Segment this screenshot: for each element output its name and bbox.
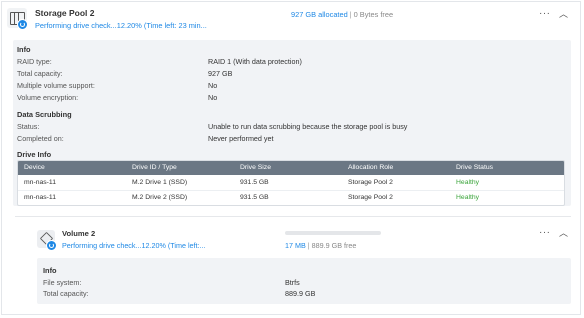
storage-pool-details: Info RAID type: RAID 1 (With data protec…	[13, 40, 571, 206]
device-cell: mn-nas-11	[24, 194, 56, 201]
column-header[interactable]: Allocation Role	[348, 164, 393, 171]
drive-table-header: Device Drive ID / Type Drive Size Alloca…	[18, 161, 564, 175]
free-amount: 0 Bytes free	[353, 10, 394, 19]
drive-size-cell: 931.5 GB	[240, 194, 269, 201]
sync-status-icon	[46, 240, 57, 251]
info-value: No	[208, 93, 218, 102]
volume-progress: Performing drive check...12.20% (Time le…	[62, 241, 206, 250]
volume-icon	[37, 230, 57, 251]
storage-pool-allocation: 927 GB allocated | 0 Bytes free	[291, 10, 393, 19]
table-row[interactable]: mn-nas-11 M.2 Drive 2 (SSD) 931.5 GB Sto…	[18, 190, 564, 205]
volume-info-title: Info	[43, 266, 57, 275]
drive-id-cell: M.2 Drive 2 (SSD)	[132, 194, 188, 201]
info-label: Multiple volume support:	[17, 81, 95, 90]
table-row[interactable]: mn-nas-11 M.2 Drive 1 (SSD) 931.5 GB Sto…	[18, 176, 564, 190]
volume-usage-bar	[285, 231, 381, 235]
column-header[interactable]: Drive ID / Type	[132, 164, 177, 171]
scrubbing-value: Unable to run data scrubbing because the…	[208, 122, 408, 131]
device-cell: mn-nas-11	[24, 179, 56, 186]
allocated-amount: 927 GB allocated	[291, 10, 348, 19]
volume-free: 889.9 GB free	[311, 241, 357, 250]
chevron-up-icon[interactable]: ︿	[559, 9, 568, 19]
volume-info-value: Btrfs	[285, 278, 300, 287]
more-options-icon[interactable]: ···	[539, 9, 551, 19]
drive-size-cell: 931.5 GB	[240, 179, 269, 186]
more-options-icon[interactable]: ···	[539, 228, 551, 238]
column-header[interactable]: Drive Status	[456, 164, 493, 171]
scrubbing-label: Completed on:	[17, 134, 64, 143]
info-value: 927 GB	[208, 69, 233, 78]
scrubbing-value: Never performed yet	[208, 134, 274, 143]
drive-status-cell: Healthy	[456, 194, 480, 201]
scrubbing-label: Status:	[17, 122, 40, 131]
storage-pool-header[interactable]: Storage Pool 2 Performing drive check...…	[7, 6, 579, 34]
sync-status-icon	[17, 19, 28, 30]
allocation-role-cell: Storage Pool 2	[348, 194, 393, 201]
column-header[interactable]: Device	[24, 164, 45, 171]
chevron-up-icon[interactable]: ︿	[559, 228, 568, 238]
drive-id-cell: M.2 Drive 1 (SSD)	[132, 179, 188, 186]
info-label: Total capacity:	[17, 69, 63, 78]
volume-info-label: Total capacity:	[43, 289, 89, 298]
storage-pool-name: Storage Pool 2	[35, 8, 95, 18]
column-header[interactable]: Drive Size	[240, 164, 271, 171]
storage-pool-icon	[7, 8, 28, 30]
volume-allocation: 17 MB | 889.9 GB free	[285, 241, 356, 250]
info-value: No	[208, 81, 218, 90]
data-scrubbing-title: Data Scrubbing	[17, 110, 72, 119]
info-label: Volume encryption:	[17, 93, 79, 102]
drive-status-cell: Healthy	[456, 179, 480, 186]
drive-info-table: Device Drive ID / Type Drive Size Alloca…	[17, 160, 565, 206]
volume-details: Info File system: Btrfs Total capacity: …	[37, 258, 571, 304]
volume-used: 17 MB	[285, 241, 306, 250]
storage-pool-progress: Performing drive check...12.20% (Time le…	[35, 21, 207, 30]
info-label: RAID type:	[17, 57, 52, 66]
info-value: RAID 1 (With data protection)	[208, 57, 302, 66]
volume-name[interactable]: Volume 2	[62, 229, 95, 238]
volume-info-label: File system:	[43, 278, 82, 287]
allocation-role-cell: Storage Pool 2	[348, 179, 393, 186]
drive-info-title: Drive Info	[17, 150, 52, 159]
info-section-title: Info	[17, 45, 31, 54]
section-divider	[15, 216, 571, 217]
volume-info-value: 889.9 GB	[285, 289, 316, 298]
